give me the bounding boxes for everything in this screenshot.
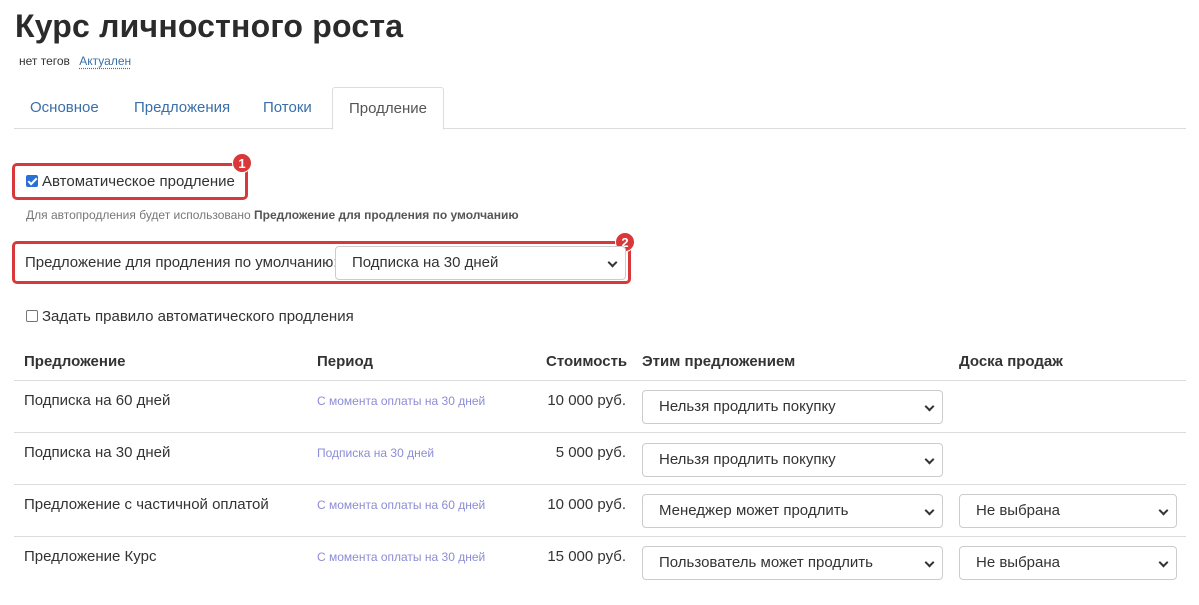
chevron-down-icon xyxy=(924,401,935,412)
sales-board-select[interactable]: Не выбрана xyxy=(959,546,1177,580)
hint-text: Для автопродления будет использовано xyxy=(26,208,254,222)
auto-renewal-label[interactable]: Автоматическое продление xyxy=(42,173,235,190)
sales-board-value: Не выбрана xyxy=(976,554,1060,571)
hint-bold-text: Предложение для продления по умолчанию xyxy=(253,208,519,222)
renewal-action-select[interactable]: Менеджер может продлить xyxy=(642,494,943,528)
offer-period: С момента оплаты на 30 дней xyxy=(317,394,486,408)
offer-price: 15 000 руб. xyxy=(547,548,626,565)
chevron-down-icon xyxy=(607,257,618,268)
chevron-down-icon xyxy=(924,557,935,568)
renewal-action-value: Нельзя продлить покупку xyxy=(659,451,836,468)
renewal-action-select[interactable]: Пользователь может продлить xyxy=(642,546,943,580)
table-header-divider xyxy=(14,380,1186,381)
renewal-rule-label[interactable]: Задать правило автоматического продления xyxy=(42,308,354,325)
offer-period: Подписка на 30 дней xyxy=(317,446,435,460)
auto-renewal-hint: Для автопродления будет использовано Пре… xyxy=(26,208,519,222)
row-divider xyxy=(14,536,1186,537)
column-header-offer: Предложение xyxy=(24,353,126,370)
renewal-action-value: Менеджер может продлить xyxy=(659,502,849,519)
renewal-rule-checkbox[interactable] xyxy=(26,310,38,322)
tab-main[interactable]: Основное xyxy=(14,87,115,129)
row-divider xyxy=(14,484,1186,485)
row-divider xyxy=(14,432,1186,433)
default-offer-label: Предложение для продления по умолчанию: xyxy=(25,254,338,271)
tab-renewal[interactable]: Продление xyxy=(332,87,444,130)
renewal-action-value: Нельзя продлить покупку xyxy=(659,398,836,415)
offer-period: С момента оплаты на 30 дней xyxy=(317,550,486,564)
sales-board-value: Не выбрана xyxy=(976,502,1060,519)
column-header-price: Стоимость xyxy=(546,353,628,370)
auto-renewal-checkbox[interactable] xyxy=(26,175,38,187)
renewal-action-select[interactable]: Нельзя продлить покупку xyxy=(642,443,943,477)
page-title: Курс личностного роста xyxy=(15,8,404,44)
renewal-action-value: Пользователь может продлить xyxy=(659,554,873,571)
chevron-down-icon xyxy=(924,454,935,465)
chevron-down-icon xyxy=(1158,505,1169,516)
status-link[interactable]: Актуален xyxy=(79,54,131,68)
chevron-down-icon xyxy=(924,505,935,516)
tab-streams[interactable]: Потоки xyxy=(247,87,328,129)
chevron-down-icon xyxy=(1158,557,1169,568)
default-offer-select[interactable]: Подписка на 30 дней xyxy=(335,246,626,280)
tags-label: нет тегов xyxy=(19,54,70,68)
offer-name: Подписка на 60 дней xyxy=(24,392,171,409)
offer-price: 10 000 руб. xyxy=(547,392,626,409)
offer-name: Предложение Курс xyxy=(24,548,157,565)
renewal-action-select[interactable]: Нельзя продлить покупку xyxy=(642,390,943,424)
offer-price: 5 000 руб. xyxy=(555,444,626,461)
offer-price: 10 000 руб. xyxy=(547,496,626,513)
column-header-board: Доска продаж xyxy=(959,353,1063,370)
page-meta: нет тегов Актуален xyxy=(19,54,131,68)
tab-bar: Основное Предложения Потоки Продление xyxy=(14,87,1186,130)
column-header-action: Этим предложением xyxy=(642,353,796,370)
annotation-badge-1: 1 xyxy=(232,153,252,173)
offer-name: Предложение с частичной оплатой xyxy=(24,496,269,513)
sales-board-select[interactable]: Не выбрана xyxy=(959,494,1177,528)
column-header-period: Период xyxy=(317,353,373,370)
offer-name: Подписка на 30 дней xyxy=(24,444,171,461)
offer-period: С момента оплаты на 60 дней xyxy=(317,498,486,512)
default-offer-value: Подписка на 30 дней xyxy=(352,254,499,271)
tab-offers[interactable]: Предложения xyxy=(118,87,246,129)
